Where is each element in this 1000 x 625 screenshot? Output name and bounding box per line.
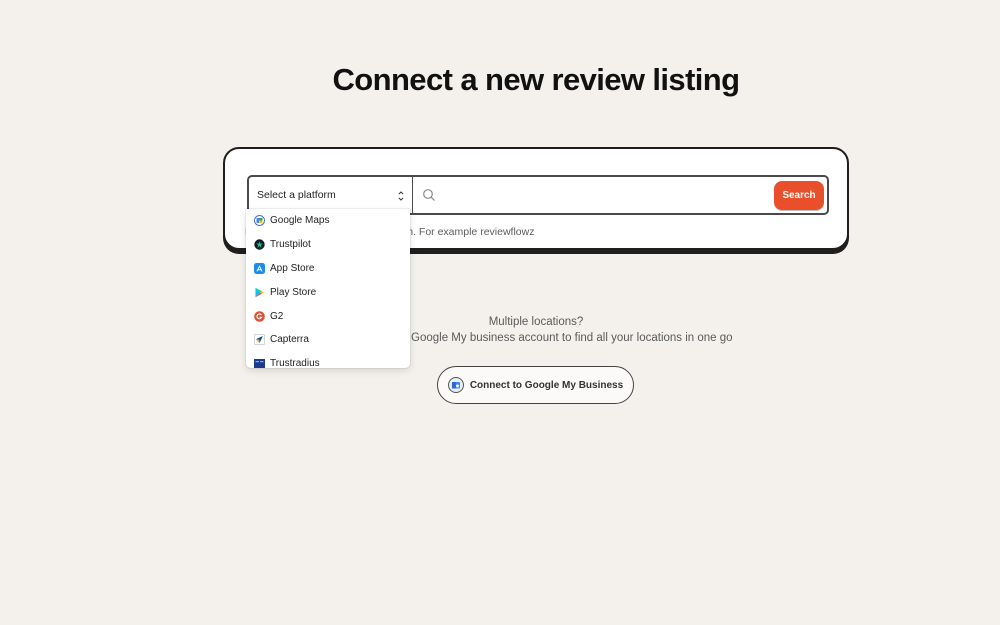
google-maps-icon — [254, 215, 265, 227]
trustpilot-icon — [254, 239, 265, 250]
search-button[interactable]: Search — [774, 180, 824, 210]
platform-option-label: Google Maps — [270, 215, 330, 227]
platform-option-app-store[interactable]: App Store — [246, 257, 410, 281]
app-store-icon — [254, 262, 265, 274]
platform-option-trustradius[interactable]: Trustradius — [246, 352, 410, 368]
multiple-locations-description: Connect your Google My business account … — [339, 332, 733, 344]
search-icon — [423, 189, 435, 201]
platform-select-label: Select a platform — [257, 189, 336, 201]
chevron-up-down-icon — [398, 191, 404, 201]
platform-option-play-store[interactable]: Play Store — [246, 280, 410, 304]
search-input[interactable] — [436, 177, 774, 213]
platform-option-capterra[interactable]: Capterra — [246, 328, 410, 352]
platform-option-google-maps[interactable]: Google Maps — [246, 209, 410, 233]
platform-option-label: Capterra — [270, 334, 309, 346]
platform-option-g2[interactable]: G2 — [246, 304, 410, 328]
platform-option-trustpilot[interactable]: Trustpilot — [246, 233, 410, 257]
capterra-icon — [254, 334, 265, 346]
connect-google-my-business-button[interactable]: Connect to Google My Business — [437, 366, 634, 404]
platform-option-label: Play Store — [270, 286, 317, 298]
google-my-business-icon — [447, 377, 464, 393]
g2-icon — [254, 310, 265, 322]
play-store-icon — [254, 287, 265, 298]
platform-option-label: Trustpilot — [270, 239, 311, 251]
platform-option-label: Trustradius — [270, 358, 320, 368]
multiple-locations-section: Multiple locations? Connect your Google … — [0, 314, 1000, 346]
platform-option-label: G2 — [270, 310, 284, 322]
connect-button-label: Connect to Google My Business — [469, 379, 624, 391]
multiple-locations-question: Multiple locations? — [488, 316, 584, 328]
platform-select[interactable]: Select a platform — [249, 177, 413, 213]
page: Connect a new review listing Select a pl… — [0, 0, 1000, 625]
platform-option-label: App Store — [270, 262, 315, 274]
page-title: Connect a new review listing — [332, 62, 741, 97]
platform-dropdown: Google Maps Trustpilot App Store Play St… — [246, 209, 410, 368]
trustradius-icon — [254, 358, 265, 368]
